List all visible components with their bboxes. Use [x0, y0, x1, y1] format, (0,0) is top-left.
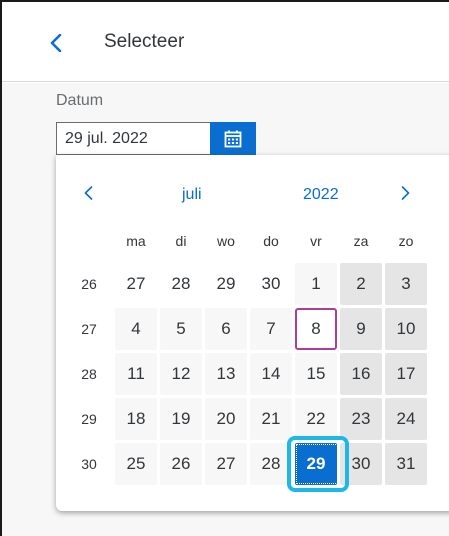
page-title: Selecteer [104, 31, 185, 52]
focus-ring [287, 436, 349, 492]
calendar-day[interactable]: 15 [295, 353, 337, 395]
calendar-day[interactable]: 12 [160, 353, 202, 395]
chevron-right-icon [401, 186, 410, 200]
calendar-day[interactable]: 22 [295, 398, 337, 440]
week-number: 30 [81, 456, 97, 472]
weekday-label: zo [398, 233, 414, 249]
week-number: 28 [81, 366, 97, 382]
calendar-day[interactable]: 4 [115, 308, 157, 350]
weekday-label: ma [126, 233, 146, 249]
year-picker-button[interactable]: 2022 [303, 186, 339, 204]
calendar-day[interactable]: 27 [115, 263, 157, 305]
calendar-day[interactable]: 3 [385, 263, 427, 305]
week-number: 26 [81, 276, 97, 292]
calendar-day[interactable]: 27 [205, 443, 247, 485]
back-button[interactable] [46, 28, 74, 58]
open-calendar-button[interactable] [210, 122, 256, 155]
calendar-day[interactable]: 26 [160, 443, 202, 485]
calendar-day[interactable]: 29 [205, 263, 247, 305]
calendar-day[interactable]: 6 [205, 308, 247, 350]
calendar-day[interactable]: 21 [250, 398, 292, 440]
calendar-day[interactable]: 1 [295, 263, 337, 305]
calendar-day-today[interactable]: 8 [295, 308, 337, 350]
date-field-label: Datum [56, 92, 104, 109]
chevron-left-icon [50, 34, 62, 52]
weekday-label: do [263, 233, 279, 249]
calendar-day[interactable]: 30 [250, 263, 292, 305]
calendar-day[interactable]: 18 [115, 398, 157, 440]
calendar-icon [224, 130, 242, 148]
calendar-day[interactable]: 10 [385, 308, 427, 350]
calendar-day[interactable]: 19 [160, 398, 202, 440]
calendar-day[interactable]: 13 [205, 353, 247, 395]
week-number: 29 [81, 411, 97, 427]
weekday-label: di [175, 233, 187, 249]
calendar-day[interactable]: 17 [385, 353, 427, 395]
week-number: 27 [81, 321, 97, 337]
weekday-label: vr [310, 233, 322, 249]
calendar-day[interactable]: 28 [160, 263, 202, 305]
next-month-button[interactable] [394, 180, 418, 206]
calendar-day[interactable]: 20 [205, 398, 247, 440]
month-picker-button[interactable]: juli [182, 186, 202, 204]
calendar-day[interactable]: 2 [340, 263, 382, 305]
calendar-day[interactable]: 14 [250, 353, 292, 395]
calendar-day[interactable]: 7 [250, 308, 292, 350]
calendar-day[interactable]: 25 [115, 443, 157, 485]
page-header: Selecteer [2, 2, 449, 82]
calendar-day[interactable]: 5 [160, 308, 202, 350]
previous-month-button[interactable] [77, 180, 101, 206]
chevron-left-icon [84, 186, 93, 200]
date-input[interactable] [56, 122, 210, 155]
calendar-day[interactable]: 11 [115, 353, 157, 395]
weekday-label: za [353, 233, 369, 249]
calendar-day[interactable]: 23 [340, 398, 382, 440]
weekday-label: wo [217, 233, 235, 249]
calendar-day[interactable]: 24 [385, 398, 427, 440]
calendar-day[interactable]: 9 [340, 308, 382, 350]
calendar-day[interactable]: 28 [250, 443, 292, 485]
calendar-day[interactable]: 16 [340, 353, 382, 395]
calendar-day[interactable]: 31 [385, 443, 427, 485]
